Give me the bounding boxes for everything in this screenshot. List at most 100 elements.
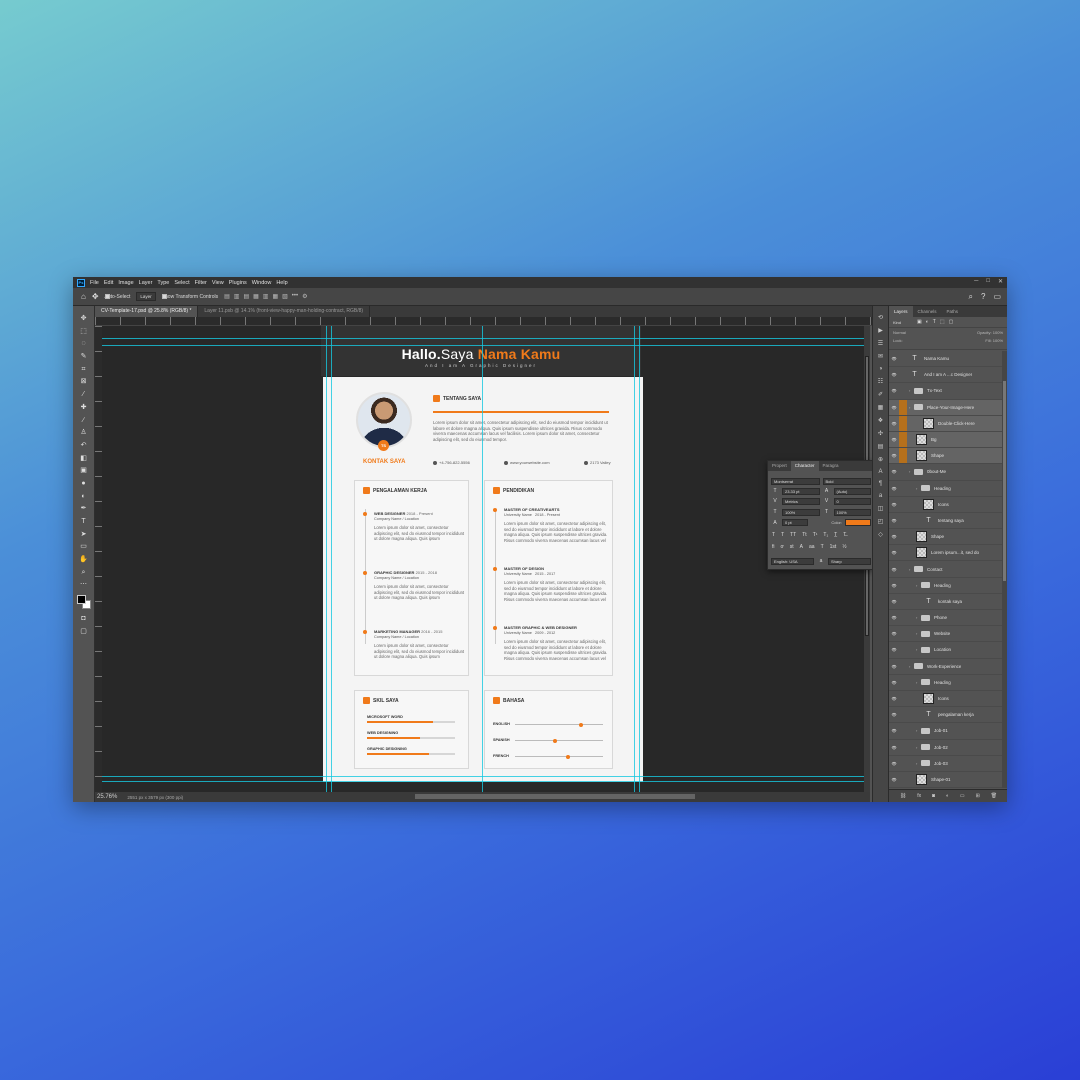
visibility-eye-icon[interactable]: 👁 — [889, 777, 899, 782]
navigator-icon[interactable]: ⊕ — [878, 456, 883, 463]
history-icon[interactable]: ⟲ — [878, 314, 883, 321]
more-icon[interactable]: ••• — [292, 293, 298, 300]
home-icon[interactable]: ⌂ — [81, 292, 86, 301]
tab-paragraph[interactable]: Paragra — [819, 461, 843, 471]
link-icon[interactable]: ⛓ — [900, 793, 906, 799]
filter-smart-icon[interactable]: ▢ — [949, 319, 954, 325]
layer-row[interactable]: 👁 › Tx-Text — [889, 383, 1007, 400]
quick-select-icon[interactable]: ✎ — [78, 352, 90, 362]
visibility-eye-icon[interactable]: 👁 — [889, 453, 899, 458]
menu-plugins[interactable]: Plugins — [229, 280, 247, 286]
stylistic-icon[interactable]: A — [800, 544, 803, 550]
fractions-icon[interactable]: 1st — [830, 544, 837, 550]
align-middle-icon[interactable]: ▥ — [263, 293, 269, 300]
underline-icon[interactable]: T̲ — [834, 532, 837, 538]
kerning-field[interactable]: Metrics — [782, 498, 820, 505]
antialias-select[interactable]: Sharp — [828, 558, 871, 565]
menu-layer[interactable]: Layer — [139, 280, 153, 286]
dodge-icon[interactable]: ◐ — [78, 492, 90, 502]
gear-icon[interactable]: ⚙ — [302, 293, 307, 300]
eyedropper-icon[interactable]: ⁄ — [78, 390, 90, 400]
workspace-icon[interactable]: ▭ — [993, 292, 1001, 302]
font-family-select[interactable]: Montserrat — [771, 478, 820, 485]
layer-row[interactable]: 👁 Tkontak saya — [889, 594, 1007, 610]
layer-row[interactable]: 👁 T And I am A ...c Designer — [889, 367, 1007, 384]
color-swatches[interactable] — [76, 595, 91, 610]
visibility-eye-icon[interactable]: 👁 — [889, 712, 899, 717]
blur-icon[interactable]: ● — [78, 479, 90, 489]
fill-value[interactable]: 100% — [993, 338, 1003, 343]
layer-row[interactable]: 👁 › Heading — [889, 675, 1007, 691]
visibility-eye-icon[interactable]: 👁 — [889, 745, 899, 750]
comments-icon[interactable]: ✉ — [878, 353, 883, 360]
mask-icon[interactable]: ◙ — [932, 793, 935, 799]
visibility-eye-icon[interactable]: 👁 — [889, 728, 899, 733]
opacity-value[interactable]: 100% — [993, 330, 1003, 335]
layers-icon[interactable]: ◫ — [878, 505, 884, 512]
actions-icon[interactable]: ▶ — [878, 327, 883, 334]
show-transform-checkbox[interactable]: Show Transform Controls — [161, 294, 218, 300]
half-icon[interactable]: ½ — [842, 544, 846, 550]
frame-icon[interactable]: ⊠ — [78, 377, 90, 387]
visibility-eye-icon[interactable]: 👁 — [889, 469, 899, 474]
layer-select-dropdown[interactable]: Layer — [136, 292, 156, 301]
titling-icon[interactable]: aa — [809, 544, 815, 550]
align-center-icon[interactable]: ▥ — [234, 293, 240, 300]
layer-row[interactable]: 👁 Lorem ipsum...it, sed do — [889, 545, 1007, 562]
filter-type-icon[interactable]: T — [933, 319, 936, 325]
document-canvas[interactable]: Hallo.Saya Nama Kamu And I am A Graphic … — [102, 326, 864, 792]
menu-image[interactable]: Image — [118, 280, 133, 286]
horizontal-scale-field[interactable]: 100% — [833, 509, 871, 516]
ruler-vertical[interactable] — [95, 326, 102, 792]
paragraph-icon[interactable]: ¶ — [879, 481, 882, 487]
tab-properties[interactable]: Propert — [768, 461, 791, 471]
marquee-icon[interactable]: ⬚ — [78, 327, 90, 337]
brush-icon[interactable]: ∕ — [78, 416, 90, 426]
visibility-eye-icon[interactable]: 👁 — [889, 761, 899, 766]
layer-row[interactable]: 👁 › Contact — [889, 561, 1007, 578]
auto-select-checkbox[interactable]: Auto-Select — [104, 294, 130, 300]
menu-view[interactable]: View — [212, 280, 224, 286]
search-icon[interactable]: ⌕ — [969, 292, 973, 302]
layer-row[interactable]: 👁 Bg — [889, 431, 1007, 449]
visibility-eye-icon[interactable]: 👁 — [889, 599, 899, 604]
visibility-eye-icon[interactable]: 👁 — [889, 534, 899, 539]
layer-row[interactable]: 👁 › Phone — [889, 610, 1007, 627]
adjustments-icon[interactable]: ◑ — [879, 366, 883, 372]
visibility-eye-icon[interactable]: 👁 — [889, 631, 899, 636]
visibility-eye-icon[interactable]: 👁 — [889, 696, 899, 701]
hand-icon[interactable]: ✋ — [78, 555, 90, 565]
ligature-icon[interactable]: fi — [772, 544, 775, 550]
libraries-icon[interactable]: ☷ — [878, 378, 883, 385]
layer-row[interactable]: 👁 Ttentang saya — [889, 513, 1007, 530]
brush-settings-icon[interactable]: ✐ — [878, 391, 883, 398]
gradient-icon[interactable]: ▣ — [78, 466, 90, 476]
filter-adjustment-icon[interactable]: ◐ — [926, 319, 929, 325]
menu-help[interactable]: Help — [276, 280, 287, 286]
layer-row[interactable]: 👁 Shape — [889, 529, 1007, 546]
layer-row[interactable]: 👁 Double-Click-Here — [889, 415, 1007, 432]
channels-icon[interactable]: ◰ — [878, 518, 884, 525]
visibility-eye-icon[interactable]: 👁 — [889, 405, 899, 410]
layer-row[interactable]: 👁 › Place-Your-Image-Here — [889, 399, 1007, 416]
maximize-icon[interactable]: □ — [986, 278, 990, 285]
trash-icon[interactable]: 🗑 — [991, 793, 997, 799]
visibility-eye-icon[interactable]: 👁 — [889, 437, 899, 442]
layer-row[interactable]: 👁 › Heading — [889, 481, 1007, 497]
text-color-swatch[interactable] — [845, 519, 871, 526]
path-select-icon[interactable]: ➤ — [78, 530, 90, 540]
tab-layer-11[interactable]: Layer 11.psb @ 14.1% (front-view-happy-m… — [198, 306, 371, 317]
layer-row[interactable]: 👁 › Job-02 — [889, 740, 1007, 756]
small-caps-icon[interactable]: Tt — [802, 532, 806, 538]
photoshop-logo-icon[interactable]: Ps — [77, 278, 85, 287]
move-icon[interactable]: ✥ — [78, 314, 90, 324]
menu-window[interactable]: Window — [252, 280, 272, 286]
visibility-eye-icon[interactable]: 👁 — [889, 502, 899, 507]
zoom-icon[interactable]: ⌕ — [78, 568, 90, 578]
superscript-icon[interactable]: T¹ — [813, 532, 818, 538]
rectangle-icon[interactable]: ▭ — [78, 542, 90, 552]
layer-row[interactable]: 👁 Icons — [889, 691, 1007, 708]
layer-row[interactable]: 👁 › Work-Experience — [889, 659, 1007, 675]
align-left-icon[interactable]: ▤ — [224, 293, 230, 300]
layer-row[interactable]: 👁 Icons — [889, 497, 1007, 513]
